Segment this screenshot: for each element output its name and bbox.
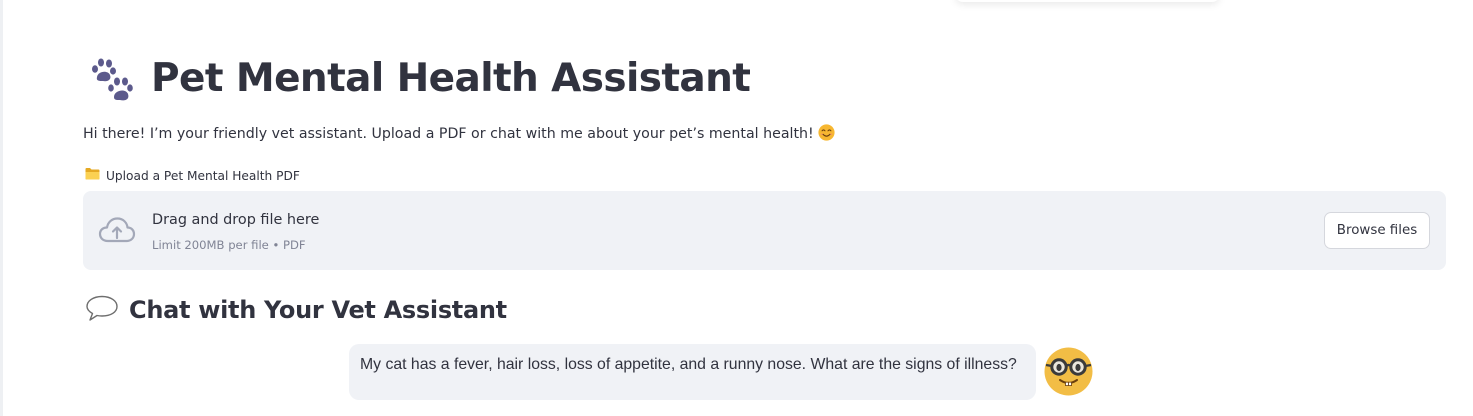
dropzone-title: Drag and drop file here <box>152 212 320 228</box>
top-toolbar-shadow <box>955 0 1220 2</box>
page-title: Pet Mental Health Assistant <box>151 56 751 101</box>
intro-text-line: Hi there! I’m your friendly vet assistan… <box>83 124 835 147</box>
browse-files-button[interactable]: Browse files <box>1324 212 1430 249</box>
nerd-face-icon <box>1044 347 1093 396</box>
file-dropzone[interactable]: Drag and drop file here Limit 200MB per … <box>83 191 1446 270</box>
chat-heading-row: Chat with Your Vet Assistant <box>85 294 507 326</box>
chat-heading: Chat with Your Vet Assistant <box>129 296 507 324</box>
smiling-face-icon <box>818 124 835 147</box>
folder-icon <box>85 167 106 184</box>
upload-label-text: Upload a Pet Mental Health PDF <box>106 168 300 183</box>
dropzone-limit: Limit 200MB per file • PDF <box>152 238 306 252</box>
intro-text: Hi there! I’m your friendly vet assistan… <box>83 126 814 142</box>
cloud-upload-icon <box>98 215 136 249</box>
speech-balloon-icon <box>85 294 119 326</box>
sidebar-edge <box>0 0 3 416</box>
paw-prints-icon <box>89 56 135 102</box>
upload-label: Upload a Pet Mental Health PDF <box>85 167 300 184</box>
title-row: Pet Mental Health Assistant <box>89 56 751 102</box>
user-message-bubble: My cat has a fever, hair loss, loss of a… <box>349 344 1036 400</box>
